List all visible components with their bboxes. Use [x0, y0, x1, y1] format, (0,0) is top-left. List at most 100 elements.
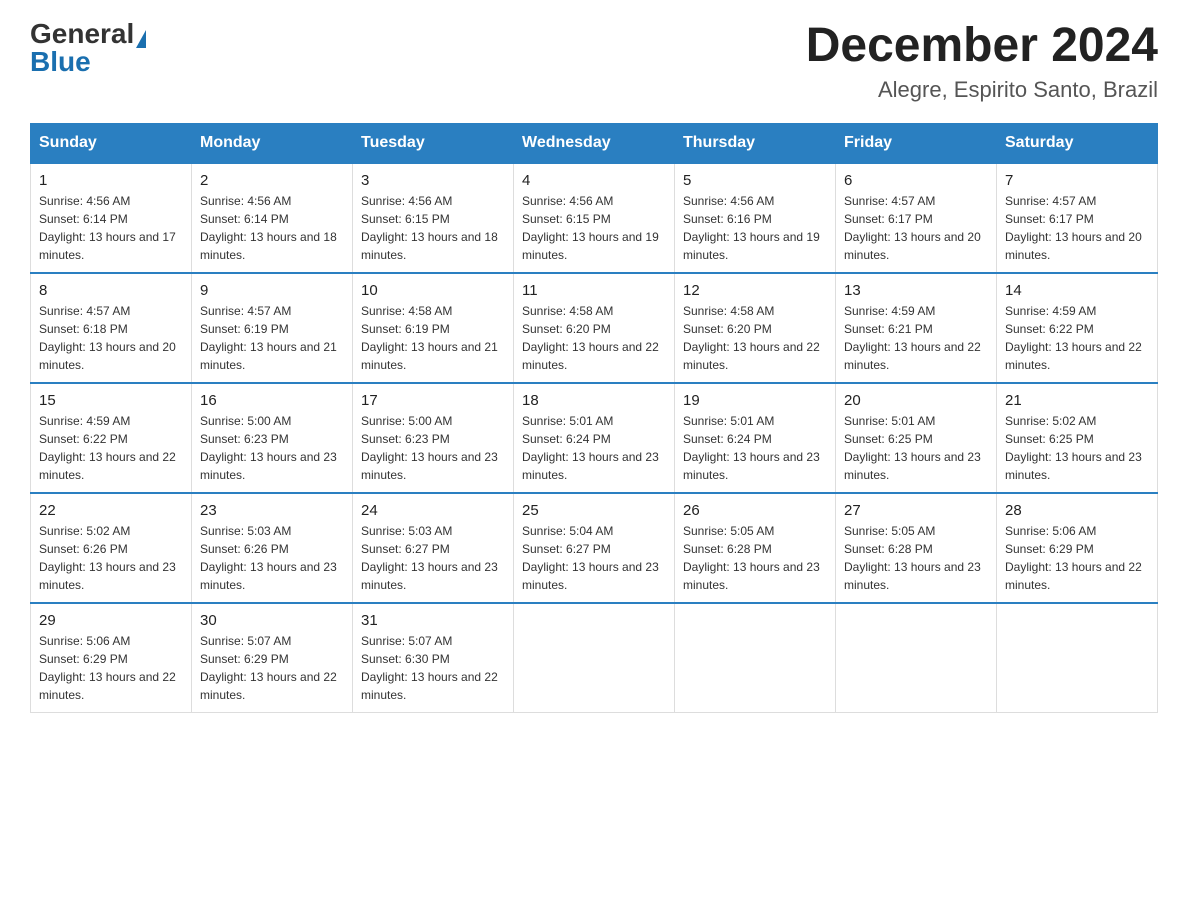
day-number: 10 [361, 282, 505, 299]
day-info: Sunrise: 4:56 AMSunset: 6:16 PMDaylight:… [683, 192, 827, 264]
day-info: Sunrise: 4:57 AMSunset: 6:19 PMDaylight:… [200, 302, 344, 374]
calendar-cell: 26 Sunrise: 5:05 AMSunset: 6:28 PMDayligh… [675, 493, 836, 603]
day-info: Sunrise: 4:59 AMSunset: 6:21 PMDaylight:… [844, 302, 988, 374]
day-number: 15 [39, 392, 183, 409]
day-info: Sunrise: 4:59 AMSunset: 6:22 PMDaylight:… [1005, 302, 1149, 374]
day-info: Sunrise: 4:56 AMSunset: 6:15 PMDaylight:… [361, 192, 505, 264]
logo-blue-text: Blue [30, 46, 91, 77]
calendar-cell: 1Sunrise: 4:56 AMSunset: 6:14 PMDaylight… [31, 163, 192, 273]
weekday-header-sunday: Sunday [31, 123, 192, 163]
calendar-cell: 2Sunrise: 4:56 AMSunset: 6:14 PMDaylight… [192, 163, 353, 273]
page-header: General Blue December 2024 Alegre, Espir… [30, 20, 1158, 103]
day-number: 29 [39, 612, 183, 629]
calendar-cell: 7 Sunrise: 4:57 AMSunset: 6:17 PMDaylight… [997, 163, 1158, 273]
weekday-header-row: SundayMondayTuesdayWednesdayThursdayFrid… [31, 123, 1158, 163]
day-info: Sunrise: 5:03 AMSunset: 6:27 PMDaylight:… [361, 522, 505, 594]
day-info: Sunrise: 5:03 AMSunset: 6:26 PMDaylight:… [200, 522, 344, 594]
calendar-cell: 13Sunrise: 4:59 AMSunset: 6:21 PMDayligh… [836, 273, 997, 383]
day-number: 26 [683, 502, 827, 519]
weekday-header-monday: Monday [192, 123, 353, 163]
calendar-cell: 8 Sunrise: 4:57 AMSunset: 6:18 PMDaylight… [31, 273, 192, 383]
logo-bottom-line: Blue [30, 48, 91, 76]
calendar-cell: 17Sunrise: 5:00 AMSunset: 6:23 PMDayligh… [353, 383, 514, 493]
day-info: Sunrise: 5:02 AMSunset: 6:25 PMDaylight:… [1005, 412, 1149, 484]
day-number: 19 [683, 392, 827, 409]
day-number: 1 [39, 172, 183, 189]
day-info: Sunrise: 4:58 AMSunset: 6:20 PMDaylight:… [683, 302, 827, 374]
day-info: Sunrise: 4:56 AMSunset: 6:14 PMDaylight:… [200, 192, 344, 264]
day-number: 28 [1005, 502, 1149, 519]
day-info: Sunrise: 4:58 AMSunset: 6:20 PMDaylight:… [522, 302, 666, 374]
calendar-cell [997, 603, 1158, 713]
day-info: Sunrise: 5:06 AMSunset: 6:29 PMDaylight:… [39, 632, 183, 704]
day-number: 27 [844, 502, 988, 519]
day-number: 5 [683, 172, 827, 189]
logo-triangle-icon [136, 30, 146, 48]
calendar-week-row: 29 Sunrise: 5:06 AMSunset: 6:29 PMDayligh… [31, 603, 1158, 713]
day-info: Sunrise: 5:07 AMSunset: 6:29 PMDaylight:… [200, 632, 344, 704]
day-number: 9 [200, 282, 344, 299]
day-info: Sunrise: 5:05 AMSunset: 6:28 PMDaylight:… [683, 522, 827, 594]
day-info: Sunrise: 5:00 AMSunset: 6:23 PMDaylight:… [361, 412, 505, 484]
day-number: 20 [844, 392, 988, 409]
calendar-cell: 3 Sunrise: 4:56 AMSunset: 6:15 PMDaylight… [353, 163, 514, 273]
calendar-cell [675, 603, 836, 713]
calendar-cell: 31Sunrise: 5:07 AMSunset: 6:30 PMDayligh… [353, 603, 514, 713]
day-number: 25 [522, 502, 666, 519]
calendar-cell: 6 Sunrise: 4:57 AMSunset: 6:17 PMDaylight… [836, 163, 997, 273]
calendar-week-row: 22 Sunrise: 5:02 AMSunset: 6:26 PMDayligh… [31, 493, 1158, 603]
day-number: 3 [361, 172, 505, 189]
calendar-cell: 14 Sunrise: 4:59 AMSunset: 6:22 PMDayligh… [997, 273, 1158, 383]
weekday-header-friday: Friday [836, 123, 997, 163]
day-number: 30 [200, 612, 344, 629]
day-number: 14 [1005, 282, 1149, 299]
day-number: 21 [1005, 392, 1149, 409]
day-info: Sunrise: 5:01 AMSunset: 6:25 PMDaylight:… [844, 412, 988, 484]
day-info: Sunrise: 4:57 AMSunset: 6:18 PMDaylight:… [39, 302, 183, 374]
calendar-cell: 5 Sunrise: 4:56 AMSunset: 6:16 PMDaylight… [675, 163, 836, 273]
logo-top-line: General [30, 20, 146, 48]
day-info: Sunrise: 4:57 AMSunset: 6:17 PMDaylight:… [844, 192, 988, 264]
calendar-table: SundayMondayTuesdayWednesdayThursdayFrid… [30, 123, 1158, 714]
calendar-cell [514, 603, 675, 713]
calendar-cell: 23Sunrise: 5:03 AMSunset: 6:26 PMDayligh… [192, 493, 353, 603]
calendar-cell: 10Sunrise: 4:58 AMSunset: 6:19 PMDayligh… [353, 273, 514, 383]
calendar-week-row: 15Sunrise: 4:59 AMSunset: 6:22 PMDayligh… [31, 383, 1158, 493]
calendar-week-row: 8 Sunrise: 4:57 AMSunset: 6:18 PMDaylight… [31, 273, 1158, 383]
day-info: Sunrise: 4:56 AMSunset: 6:15 PMDaylight:… [522, 192, 666, 264]
logo-general-text: General [30, 18, 134, 49]
day-number: 8 [39, 282, 183, 299]
calendar-cell: 19 Sunrise: 5:01 AMSunset: 6:24 PMDayligh… [675, 383, 836, 493]
day-info: Sunrise: 5:02 AMSunset: 6:26 PMDaylight:… [39, 522, 183, 594]
logo: General Blue [30, 20, 146, 76]
calendar-subtitle: Alegre, Espirito Santo, Brazil [806, 77, 1158, 103]
day-number: 16 [200, 392, 344, 409]
day-number: 22 [39, 502, 183, 519]
calendar-cell: 15Sunrise: 4:59 AMSunset: 6:22 PMDayligh… [31, 383, 192, 493]
weekday-header-saturday: Saturday [997, 123, 1158, 163]
calendar-week-row: 1 Sunrise: 4:56 AMSunset: 6:14 PMDaylight… [31, 163, 1158, 273]
day-number: 6 [844, 172, 988, 189]
title-area: December 2024 Alegre, Espirito Santo, Br… [806, 20, 1158, 103]
day-info: Sunrise: 5:05 AMSunset: 6:28 PMDaylight:… [844, 522, 988, 594]
calendar-cell: 21 Sunrise: 5:02 AMSunset: 6:25 PMDayligh… [997, 383, 1158, 493]
calendar-cell: 12Sunrise: 4:58 AMSunset: 6:20 PMDayligh… [675, 273, 836, 383]
day-number: 11 [522, 282, 666, 299]
day-number: 24 [361, 502, 505, 519]
calendar-cell: 27 Sunrise: 5:05 AMSunset: 6:28 PMDayligh… [836, 493, 997, 603]
calendar-header: SundayMondayTuesdayWednesdayThursdayFrid… [31, 123, 1158, 163]
weekday-header-tuesday: Tuesday [353, 123, 514, 163]
calendar-title: December 2024 [806, 20, 1158, 73]
day-info: Sunrise: 4:57 AMSunset: 6:17 PMDaylight:… [1005, 192, 1149, 264]
calendar-cell: 4 Sunrise: 4:56 AMSunset: 6:15 PMDaylight… [514, 163, 675, 273]
calendar-cell: 18Sunrise: 5:01 AMSunset: 6:24 PMDayligh… [514, 383, 675, 493]
calendar-body: 1 Sunrise: 4:56 AMSunset: 6:14 PMDaylight… [31, 163, 1158, 713]
calendar-cell: 9 Sunrise: 4:57 AMSunset: 6:19 PMDaylight… [192, 273, 353, 383]
day-info: Sunrise: 5:01 AMSunset: 6:24 PMDaylight:… [683, 412, 827, 484]
day-number: 18 [522, 392, 666, 409]
weekday-header-wednesday: Wednesday [514, 123, 675, 163]
calendar-cell: 20 Sunrise: 5:01 AMSunset: 6:25 PMDayligh… [836, 383, 997, 493]
day-number: 7 [1005, 172, 1149, 189]
day-number: 4 [522, 172, 666, 189]
day-info: Sunrise: 5:06 AMSunset: 6:29 PMDaylight:… [1005, 522, 1149, 594]
